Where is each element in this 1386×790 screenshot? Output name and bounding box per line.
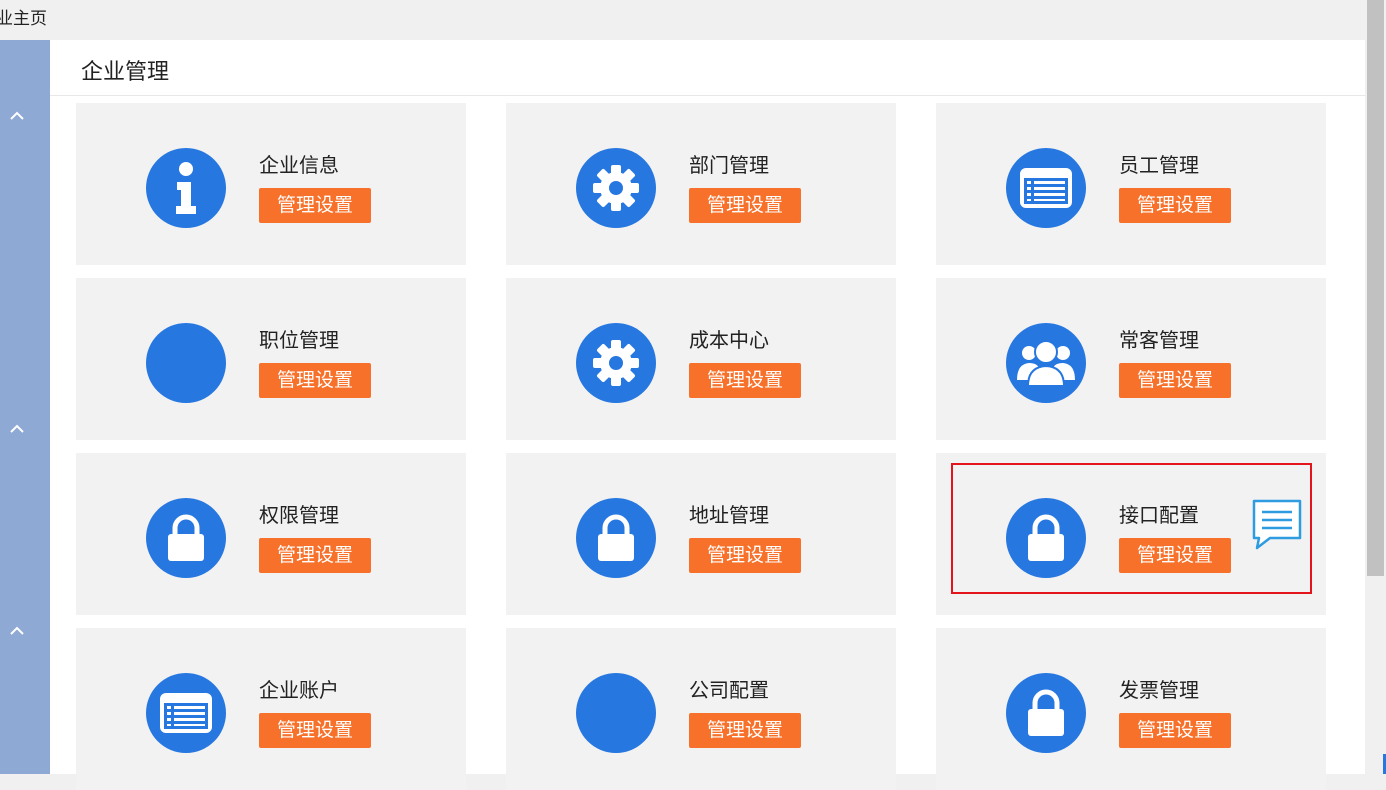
manage-settings-button[interactable]: 管理设置 [259, 363, 371, 398]
card-12: 发票管理 管理设置 [936, 628, 1326, 790]
card-11: 公司配置 管理设置 [506, 628, 896, 790]
card-label: 企业信息 [259, 153, 339, 177]
lock-icon [576, 498, 656, 578]
manage-settings-button[interactable]: 管理设置 [1119, 188, 1231, 223]
card-4: 职位管理 管理设置 [76, 278, 466, 440]
card-2: 部门管理 管理设置 [506, 103, 896, 265]
list-card-icon [1006, 148, 1086, 228]
chevron-up-icon[interactable] [8, 622, 26, 640]
manage-settings-button[interactable]: 管理设置 [689, 363, 801, 398]
info-icon [146, 148, 226, 228]
lock-icon [146, 498, 226, 578]
breadcrumb[interactable]: 业主页 [0, 4, 47, 29]
card-1: 企业信息 管理设置 [76, 103, 466, 265]
card-label: 成本中心 [689, 328, 769, 352]
card-label: 员工管理 [1119, 153, 1199, 177]
card-label: 企业账户 [259, 678, 339, 702]
lock-icon [1006, 498, 1086, 578]
card-5: 成本中心 管理设置 [506, 278, 896, 440]
card-label: 权限管理 [259, 503, 339, 527]
divider [50, 95, 1365, 96]
card-7: 权限管理 管理设置 [76, 453, 466, 615]
manage-settings-button[interactable]: 管理设置 [689, 713, 801, 748]
card-label: 地址管理 [689, 503, 769, 527]
card-6: 常客管理 管理设置 [936, 278, 1326, 440]
card-label: 发票管理 [1119, 678, 1199, 702]
manage-settings-button[interactable]: 管理设置 [1119, 713, 1231, 748]
manage-settings-button[interactable]: 管理设置 [259, 538, 371, 573]
card-label: 部门管理 [689, 153, 769, 177]
card-label: 常客管理 [1119, 328, 1199, 352]
manage-settings-button[interactable]: 管理设置 [689, 538, 801, 573]
blank-icon [576, 673, 656, 753]
page-title: 企业管理 [81, 60, 170, 85]
manage-settings-button[interactable]: 管理设置 [689, 188, 801, 223]
gear-icon [576, 148, 656, 228]
manage-settings-button[interactable]: 管理设置 [259, 713, 371, 748]
list-card-icon [146, 673, 226, 753]
scrollbar-thumb[interactable] [1367, 0, 1384, 576]
sidebar [0, 40, 50, 774]
manage-settings-button[interactable]: 管理设置 [1119, 363, 1231, 398]
manage-settings-button[interactable]: 管理设置 [1119, 538, 1231, 573]
blank-icon [146, 323, 226, 403]
chevron-up-icon[interactable] [8, 107, 26, 125]
card-3: 员工管理 管理设置 [936, 103, 1326, 265]
card-label: 职位管理 [259, 328, 339, 352]
lock-icon [1006, 673, 1086, 753]
chat-icon[interactable] [1250, 498, 1304, 552]
card-label: 公司配置 [689, 678, 769, 702]
vertical-scrollbar[interactable] [1365, 0, 1386, 774]
card-8: 地址管理 管理设置 [506, 453, 896, 615]
chevron-up-icon[interactable] [8, 420, 26, 438]
main-panel: 企业管理 企业信息 管理设置 部门管理 管理设置 员工管理 管理设置 职位管理 管理设置 成本中… [50, 40, 1365, 790]
top-bar: 业主页 [0, 0, 1386, 40]
users-icon [1006, 323, 1086, 403]
gear-icon [576, 323, 656, 403]
manage-settings-button[interactable]: 管理设置 [259, 188, 371, 223]
card-label: 接口配置 [1119, 503, 1199, 527]
card-10: 企业账户 管理设置 [76, 628, 466, 790]
